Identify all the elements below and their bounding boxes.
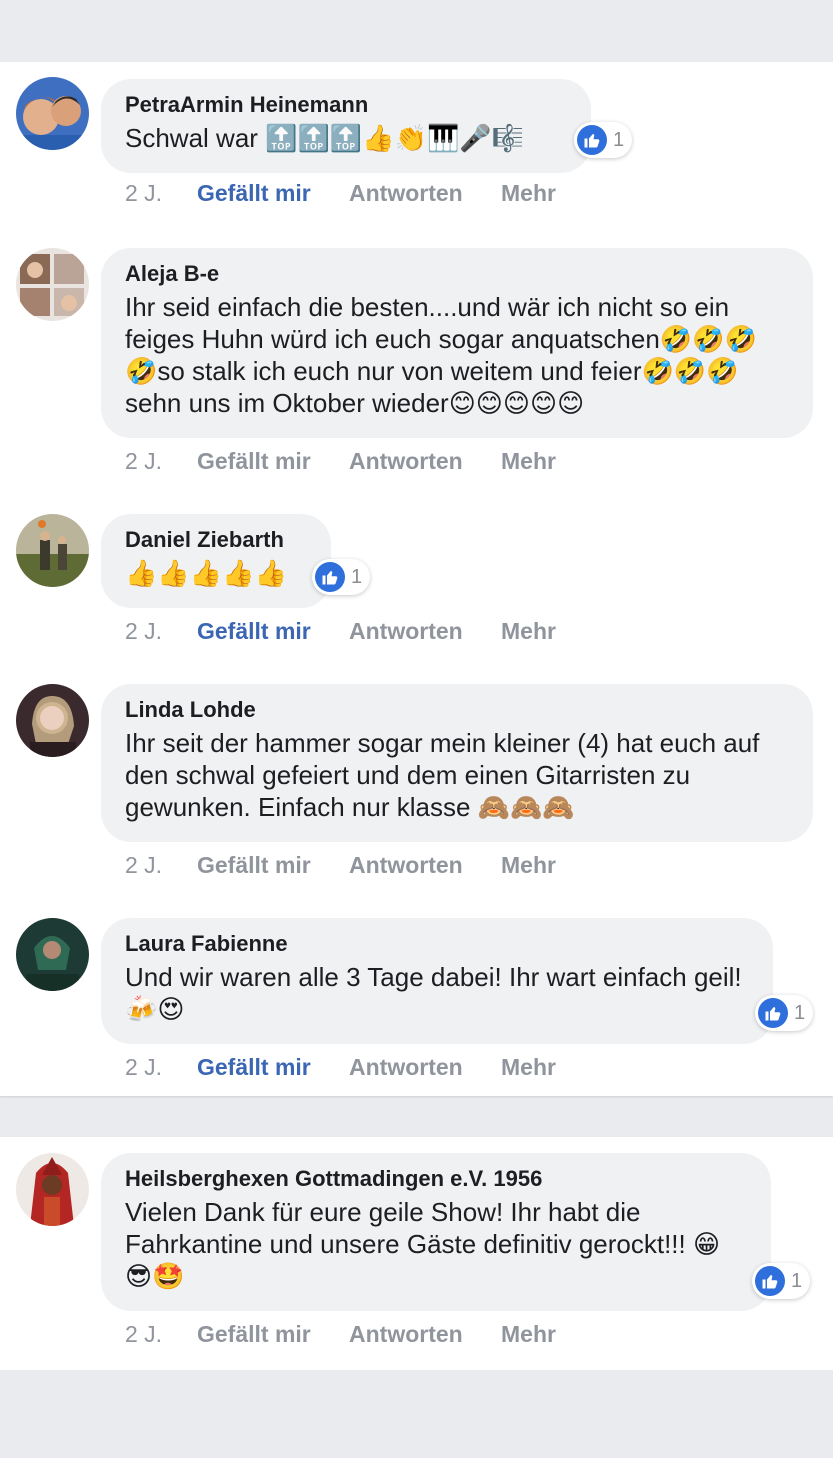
comment-actions: 2 J. Gefällt mir Antworten Mehr: [125, 618, 556, 645]
reaction-count: 1: [794, 1001, 806, 1024]
like-link[interactable]: Gefällt mir: [197, 1054, 349, 1081]
timestamp[interactable]: 2 J.: [125, 852, 197, 879]
comment-actions: 2 J. Gefällt mir Antworten Mehr: [125, 852, 556, 879]
comment-bubble: Aleja B-e Ihr seid einfach die besten...…: [101, 248, 813, 438]
comments-panel: PetraArmin Heinemann Schwal war 🔝🔝🔝👍👏🎹🎤🎼…: [0, 62, 833, 1096]
comment-bubble: Laura Fabienne Und wir waren alle 3 Tage…: [101, 918, 773, 1044]
comment-author[interactable]: Linda Lohde: [125, 696, 789, 724]
comment-actions: 2 J. Gefällt mir Antworten Mehr: [125, 1321, 556, 1348]
comment-bubble: PetraArmin Heinemann Schwal war 🔝🔝🔝👍👏🎹🎤🎼: [101, 79, 591, 173]
more-link[interactable]: Mehr: [501, 448, 556, 475]
comment-text: Ihr seit der hammer sogar mein kleiner (…: [125, 728, 760, 822]
reaction-badge[interactable]: 1: [312, 559, 371, 595]
like-link[interactable]: Gefällt mir: [197, 1321, 349, 1348]
thumbs-up-icon: [755, 1266, 785, 1296]
avatar[interactable]: [16, 514, 89, 587]
comment-text: Schwal war 🔝🔝🔝👍👏🎹🎤🎼: [125, 123, 525, 153]
comment-bubble: Heilsberghexen Gottmadingen e.V. 1956 Vi…: [101, 1153, 771, 1311]
comment-text: Ihr seid einfach die besten....und wär i…: [125, 292, 757, 418]
thumbs-up-icon: [315, 562, 345, 592]
thumbs-up-icon: [758, 998, 788, 1028]
comment-author[interactable]: Daniel Ziebarth: [125, 526, 307, 554]
thumbs-up-icon: [577, 125, 607, 155]
avatar[interactable]: [16, 1153, 89, 1226]
like-link[interactable]: Gefällt mir: [197, 618, 349, 645]
reply-link[interactable]: Antworten: [349, 618, 501, 645]
reaction-count: 1: [613, 128, 625, 151]
comment-text: Vielen Dank für eure geile Show! Ihr hab…: [125, 1197, 721, 1291]
reaction-badge[interactable]: 1: [755, 995, 814, 1031]
more-link[interactable]: Mehr: [501, 852, 556, 879]
reaction-badge[interactable]: 1: [752, 1263, 811, 1299]
comment-actions: 2 J. Gefällt mir Antworten Mehr: [125, 180, 556, 207]
reply-link[interactable]: Antworten: [349, 448, 501, 475]
avatar[interactable]: [16, 918, 89, 991]
reaction-count: 1: [791, 1269, 803, 1292]
reply-link[interactable]: Antworten: [349, 1054, 501, 1081]
timestamp[interactable]: 2 J.: [125, 180, 197, 207]
timestamp[interactable]: 2 J.: [125, 1321, 197, 1348]
reply-link[interactable]: Antworten: [349, 1321, 501, 1348]
timestamp[interactable]: 2 J.: [125, 1054, 197, 1081]
comment-author[interactable]: Heilsberghexen Gottmadingen e.V. 1956: [125, 1165, 747, 1193]
comment-author[interactable]: PetraArmin Heinemann: [125, 91, 567, 119]
like-link[interactable]: Gefällt mir: [197, 180, 349, 207]
avatar[interactable]: [16, 77, 89, 150]
comment-text: Und wir waren alle 3 Tage dabei! Ihr war…: [125, 962, 742, 1024]
like-link[interactable]: Gefällt mir: [197, 852, 349, 879]
comments-panel-secondary: Heilsberghexen Gottmadingen e.V. 1956 Vi…: [0, 1137, 833, 1370]
more-link[interactable]: Mehr: [501, 1321, 556, 1348]
comment-author[interactable]: Laura Fabienne: [125, 930, 749, 958]
more-link[interactable]: Mehr: [501, 180, 556, 207]
reaction-badge[interactable]: 1: [574, 122, 633, 158]
reply-link[interactable]: Antworten: [349, 852, 501, 879]
comment-bubble: Daniel Ziebarth 👍👍👍👍👍: [101, 514, 331, 608]
comment-actions: 2 J. Gefällt mir Antworten Mehr: [125, 1054, 556, 1081]
reaction-count: 1: [351, 565, 363, 588]
reply-link[interactable]: Antworten: [349, 180, 501, 207]
timestamp[interactable]: 2 J.: [125, 448, 197, 475]
more-link[interactable]: Mehr: [501, 1054, 556, 1081]
comment-author[interactable]: Aleja B-e: [125, 260, 789, 288]
comment-text: 👍👍👍👍👍: [125, 558, 287, 588]
more-link[interactable]: Mehr: [501, 618, 556, 645]
comment-bubble: Linda Lohde Ihr seit der hammer sogar me…: [101, 684, 813, 842]
avatar[interactable]: [16, 684, 89, 757]
like-link[interactable]: Gefällt mir: [197, 448, 349, 475]
comment-actions: 2 J. Gefällt mir Antworten Mehr: [125, 448, 556, 475]
timestamp[interactable]: 2 J.: [125, 618, 197, 645]
avatar[interactable]: [16, 248, 89, 321]
